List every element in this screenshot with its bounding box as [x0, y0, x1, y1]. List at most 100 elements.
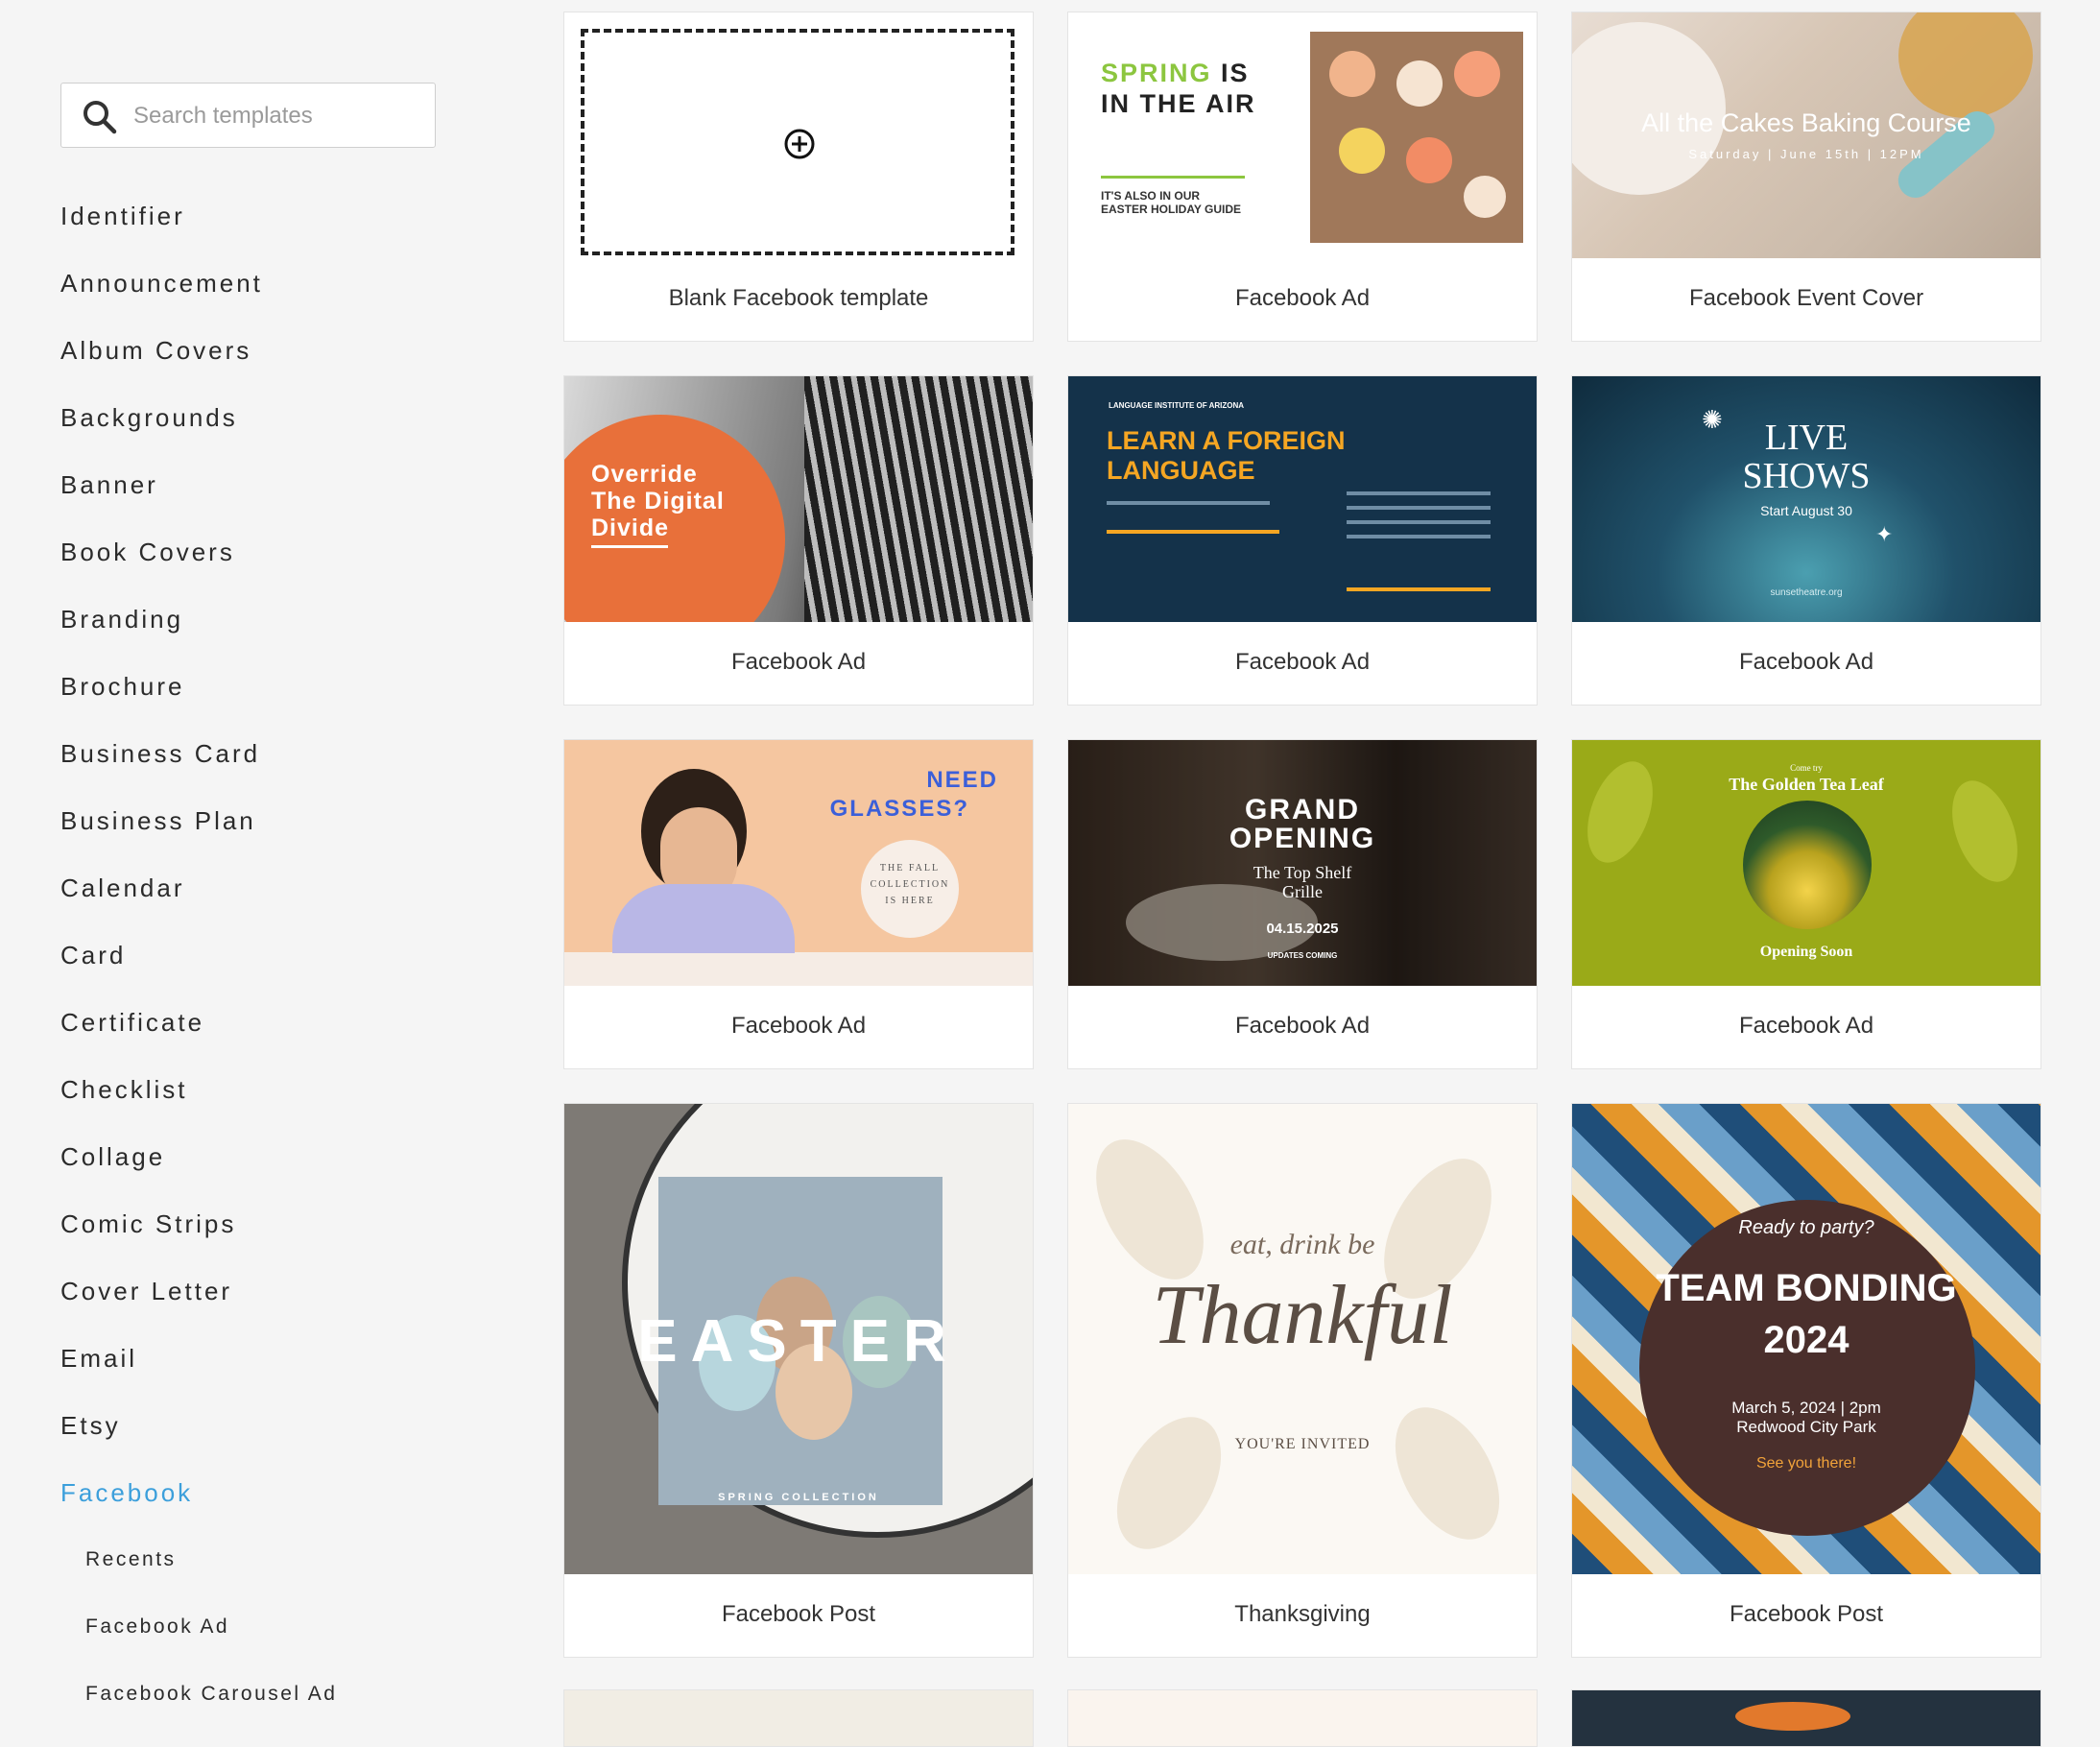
sparkle-icon: ✺ [1702, 405, 1723, 434]
ad-headline-2: LANGUAGE [1107, 456, 1255, 485]
ad-subtext: IT'S ALSO IN OUR [1101, 189, 1201, 203]
ad-headline: LIVE [1764, 418, 1849, 458]
category-album-covers[interactable]: Album Covers [60, 336, 251, 365]
come-try-text: Come try [1790, 763, 1823, 773]
category-banner[interactable]: Banner [60, 470, 158, 499]
template-caption: Facebook Post [1729, 1601, 1884, 1627]
template-caption: Facebook Ad [1738, 649, 1874, 675]
subcategory-facebook-ad[interactable]: Facebook Ad [85, 1615, 229, 1639]
template-caption: Facebook Ad [1738, 1013, 1874, 1039]
template-card-partial-3[interactable] [1571, 1689, 2041, 1747]
opening-date: 04.15.2025 [1266, 921, 1339, 937]
template-thumbnail: EASTER SPRING COLLECTION [564, 1104, 1033, 1574]
event-year: 2024 [1763, 1319, 1849, 1361]
ad-headline-3: Divide [591, 515, 670, 541]
template-thumbnail: LIVE SHOWS Start August 30 sunsetheatre.… [1572, 376, 2040, 622]
template-thumbnail [564, 12, 1033, 258]
template-caption: Thanksgiving [1234, 1601, 1371, 1627]
institute-name: LANGUAGE INSTITUTE OF ARIZONA [1109, 401, 1245, 410]
template-caption: Facebook Ad [1234, 285, 1371, 311]
category-calendar[interactable]: Calendar [60, 874, 185, 902]
collection-text: SPRING COLLECTION [718, 1492, 879, 1503]
template-card-partial-2[interactable] [1067, 1689, 1538, 1747]
ad-headline-2: GLASSES? [829, 796, 969, 822]
category-book-covers[interactable]: Book Covers [60, 538, 235, 566]
subcategory-recents[interactable]: Recents [85, 1547, 177, 1572]
category-etsy[interactable]: Etsy [60, 1411, 121, 1440]
template-thumbnail: Ready to party? TEAM BONDING 2024 March … [1572, 1104, 2040, 1574]
template-card-thankful[interactable]: eat, drink be Thankful YOU'RE INVITED Th… [1067, 1103, 1538, 1658]
sparkle-icon-2: ✦ [1875, 522, 1894, 546]
template-card-partial-1[interactable] [563, 1689, 1034, 1747]
category-brochure[interactable]: Brochure [60, 672, 185, 701]
category-cover-letter[interactable]: Cover Letter [60, 1277, 232, 1305]
event-date: Saturday | June 15th | 12PM [1688, 147, 1924, 161]
category-identifier[interactable]: Identifier [60, 202, 185, 230]
ad-website: sunsetheatre.org [1770, 587, 1843, 598]
template-card-grand-opening[interactable]: GRAND OPENING The Top Shelf Grille 04.15… [1067, 739, 1538, 1069]
template-card-language[interactable]: LANGUAGE INSTITUTE OF ARIZONA LEARN A FO… [1067, 375, 1538, 706]
template-caption: Facebook Ad [730, 649, 867, 675]
category-backgrounds[interactable]: Backgrounds [60, 403, 238, 432]
template-card-team-bonding[interactable]: Ready to party? TEAM BONDING 2024 March … [1571, 1103, 2041, 1658]
template-card-override[interactable]: Override The Digital Divide Facebook Ad [563, 375, 1034, 706]
template-caption: Facebook Ad [1234, 1013, 1371, 1039]
eat-drink-text: eat, drink be [1229, 1229, 1375, 1260]
easter-headline: EASTER [637, 1308, 960, 1375]
sidebar: Identifier Announcement Album Covers Bac… [0, 0, 537, 1721]
category-business-card[interactable]: Business Card [60, 739, 260, 768]
category-certificate[interactable]: Certificate [60, 1008, 204, 1037]
divider [1101, 176, 1245, 179]
template-caption: Facebook Post [721, 1601, 876, 1627]
template-card-blank[interactable]: Blank Facebook template [563, 12, 1034, 342]
template-card-glasses[interactable]: NEED GLASSES? THE FALL COLLECTION IS HER… [563, 739, 1034, 1069]
template-caption: Facebook Ad [1234, 649, 1371, 675]
category-comic-strips[interactable]: Comic Strips [60, 1209, 236, 1238]
ad-headline-2: IS [1221, 59, 1250, 87]
template-thumbnail: NEED GLASSES? THE FALL COLLECTION IS HER… [564, 740, 1033, 986]
template-thumbnail: eat, drink be Thankful YOU'RE INVITED [1068, 1104, 1537, 1574]
category-branding[interactable]: Branding [60, 605, 183, 634]
template-thumbnail: GRAND OPENING The Top Shelf Grille 04.15… [1068, 740, 1537, 986]
ad-headline-2: SHOWS [1742, 456, 1871, 496]
template-thumbnail: Come try The Golden Tea Leaf Opening Soo… [1572, 740, 2040, 986]
ad-headline: LEARN A FOREIGN [1107, 426, 1346, 455]
category-collage[interactable]: Collage [60, 1142, 165, 1171]
category-announcement[interactable]: Announcement [60, 269, 263, 298]
party-question: Ready to party? [1738, 1217, 1874, 1238]
ad-headline: NEED [926, 767, 998, 793]
search-box[interactable] [60, 83, 436, 148]
subcategory-facebook-carousel-ad[interactable]: Facebook Carousel Ad [85, 1682, 337, 1707]
category-checklist[interactable]: Checklist [60, 1075, 187, 1104]
thankful-headline: Thankful [1152, 1269, 1453, 1362]
template-card-easter[interactable]: EASTER SPRING COLLECTION Facebook Post [563, 1103, 1034, 1658]
category-card[interactable]: Card [60, 941, 126, 969]
template-caption: Blank Facebook template [668, 285, 929, 311]
category-email[interactable]: Email [60, 1344, 137, 1373]
opening-text: Opening Soon [1759, 944, 1853, 960]
ad-headline-3: IN THE AIR [1101, 89, 1256, 118]
ad-headline-2: OPENING [1229, 823, 1376, 854]
template-card-spring[interactable]: SPRING IS IN THE AIR IT'S ALSO IN OUR EA… [1067, 12, 1538, 342]
template-thumbnail: Override The Digital Divide [564, 376, 1033, 622]
updates-text: UPDATES COMING [1267, 951, 1338, 960]
invited-text: YOU'RE INVITED [1234, 1436, 1371, 1452]
ad-headline: The Golden Tea Leaf [1729, 775, 1884, 794]
see-you-text: See you there! [1755, 1455, 1857, 1472]
template-card-tea-leaf[interactable]: Come try The Golden Tea Leaf Opening Soo… [1571, 739, 2041, 1069]
ad-headline: Override [591, 461, 698, 488]
template-thumbnail: All the Cakes Baking Course Saturday | J… [1572, 12, 2040, 258]
template-thumbnail: SPRING IS IN THE AIR IT'S ALSO IN OUR EA… [1068, 12, 1537, 258]
collection-text-2: COLLECTION [870, 879, 950, 890]
template-caption: Facebook Ad [730, 1013, 867, 1039]
category-facebook[interactable]: Facebook [60, 1478, 193, 1507]
category-business-plan[interactable]: Business Plan [60, 806, 256, 835]
template-card-baking[interactable]: All the Cakes Baking Course Saturday | J… [1571, 12, 2041, 342]
ad-headline: SPRING [1101, 59, 1212, 87]
ad-subtext-2: EASTER HOLIDAY GUIDE [1101, 203, 1242, 216]
template-card-live-shows[interactable]: LIVE SHOWS Start August 30 sunsetheatre.… [1571, 375, 2041, 706]
collection-text-3: IS HERE [885, 896, 935, 906]
template-caption: Facebook Event Cover [1688, 285, 1924, 311]
event-date: March 5, 2024 | 2pm [1731, 1399, 1881, 1417]
search-input[interactable] [131, 84, 423, 148]
